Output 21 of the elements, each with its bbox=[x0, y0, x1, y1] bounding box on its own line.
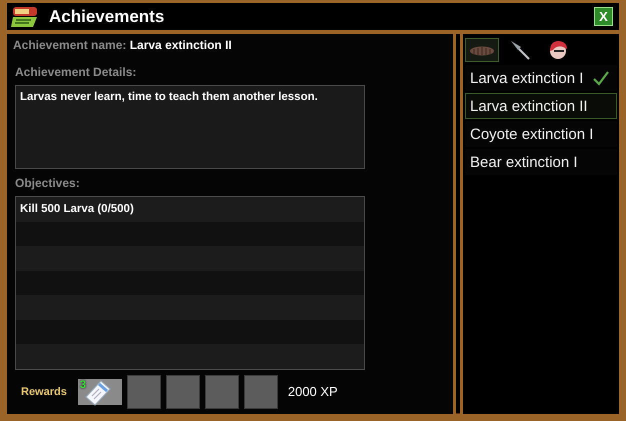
empty-slot[interactable] bbox=[244, 374, 278, 408]
achievement-item[interactable]: Coyote extinction I bbox=[465, 121, 617, 147]
achievement-name: Achievement name: Larva extinction II bbox=[13, 38, 233, 52]
character-icon bbox=[547, 39, 569, 61]
achievement-item[interactable]: Larva extinction II bbox=[465, 93, 617, 119]
item-count: 3 bbox=[80, 378, 86, 390]
empty-slot[interactable] bbox=[166, 374, 200, 408]
details-heading: Achievement Details: bbox=[15, 65, 138, 79]
achievement-item[interactable]: Larva extinction I bbox=[465, 65, 617, 91]
larva-icon bbox=[469, 44, 495, 56]
rewards-label: Rewards bbox=[21, 386, 67, 398]
window-title: Achievements bbox=[49, 6, 166, 26]
xp-reward: 2000 XP bbox=[288, 384, 338, 399]
empty-slot[interactable] bbox=[126, 374, 161, 408]
objective-text: Kill 500 Larva (0/500) bbox=[20, 203, 134, 216]
description-box: Larvas never learn, time to teach them another lesson. bbox=[15, 85, 365, 169]
achievement-item[interactable]: Bear extinction I bbox=[465, 149, 617, 175]
empty-slot[interactable] bbox=[204, 374, 239, 408]
objectives-heading: Objectives: bbox=[15, 176, 81, 190]
spear-icon bbox=[509, 39, 531, 61]
close-button[interactable]: X bbox=[594, 7, 613, 26]
